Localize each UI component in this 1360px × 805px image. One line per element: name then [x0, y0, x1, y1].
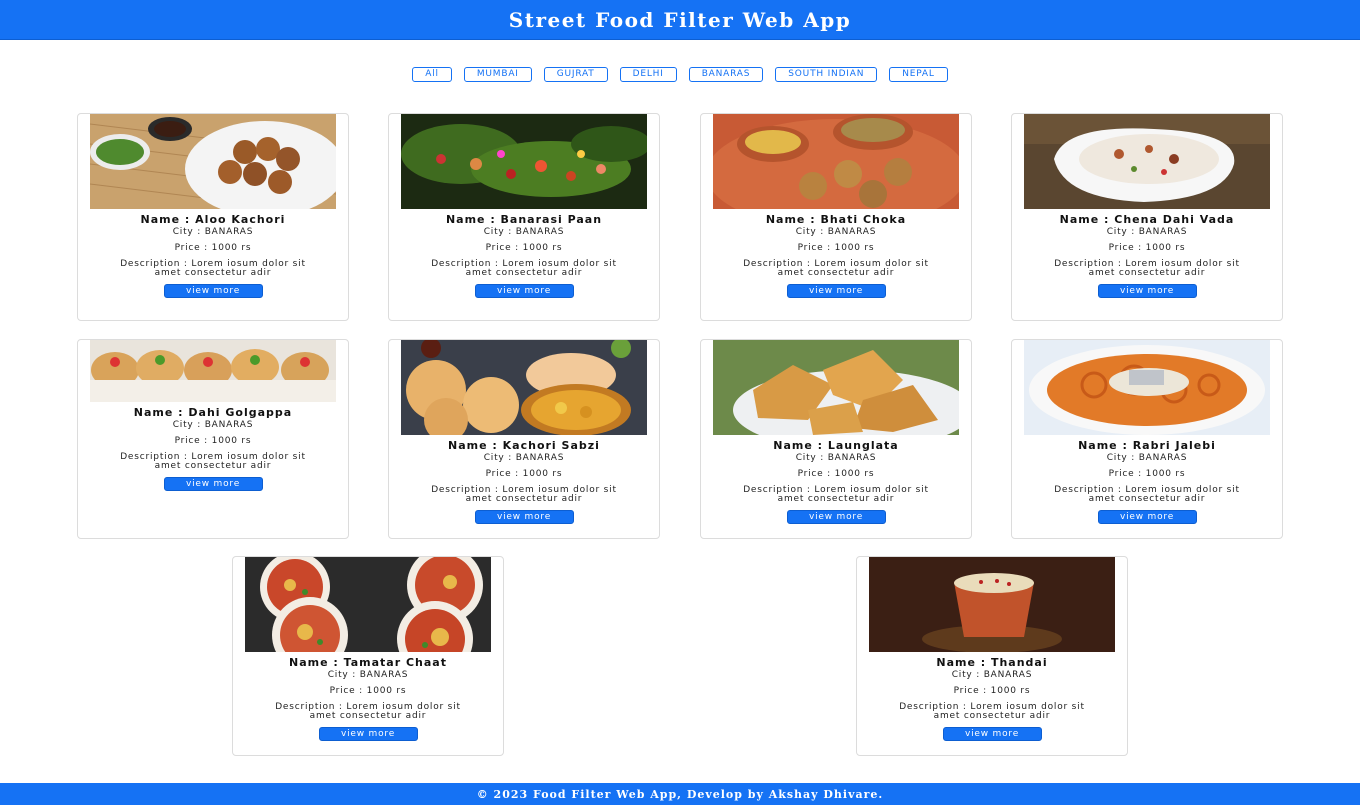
- food-description: Description : Lorem iosum dolor sit amet…: [120, 452, 306, 471]
- footer-copyright: © 2023 Food Filter Web App, Develop by A…: [476, 787, 884, 801]
- food-city: City : BANARAS: [172, 227, 254, 237]
- filter-all-button[interactable]: All: [412, 67, 452, 82]
- food-name: Name : Thandai: [936, 656, 1048, 669]
- food-price: Price : 1000 rs: [797, 243, 875, 253]
- food-city: City : BANARAS: [1106, 227, 1188, 237]
- view-more-button[interactable]: view more: [318, 727, 418, 741]
- filter-mumbai-button[interactable]: MUMBAI: [463, 67, 532, 82]
- food-name: Name : Rabri Jalebi: [1078, 439, 1216, 452]
- food-card-thandai: Name : Thandai City : BANARAS Price : 10…: [856, 556, 1128, 756]
- aloo-kachori-image: [90, 114, 336, 209]
- food-name: Name : Tamatar Chaat: [289, 656, 447, 669]
- kachori-sabzi-image: [401, 340, 647, 435]
- view-more-button[interactable]: view more: [786, 284, 886, 298]
- food-description: Description : Lorem iosum dolor sit amet…: [743, 259, 929, 278]
- dahi-golgappa-image: [90, 340, 336, 402]
- food-price: Price : 1000 rs: [953, 686, 1031, 696]
- food-description: Description : Lorem iosum dolor sit amet…: [743, 485, 929, 504]
- food-description: Description : Lorem iosum dolor sit amet…: [120, 259, 306, 278]
- food-city: City : BANARAS: [327, 670, 409, 680]
- tamatar-chaat-image: [245, 557, 491, 652]
- filter-south-indian-button[interactable]: SOUTH INDIAN: [775, 67, 878, 82]
- food-price: Price : 1000 rs: [174, 243, 252, 253]
- bhati-choka-image: [713, 114, 959, 209]
- food-description: Description : Lorem iosum dolor sit amet…: [899, 702, 1085, 721]
- food-card-dahi-golgappa: Name : Dahi Golgappa City : BANARAS Pric…: [77, 339, 349, 539]
- food-description: Description : Lorem iosum dolor sit amet…: [1054, 485, 1240, 504]
- food-city: City : BANARAS: [483, 227, 565, 237]
- food-name: Name : Kachori Sabzi: [448, 439, 600, 452]
- thandai-image: [869, 557, 1115, 652]
- food-description: Description : Lorem iosum dolor sit amet…: [431, 259, 617, 278]
- food-city: City : BANARAS: [172, 420, 254, 430]
- filter-delhi-button[interactable]: DELHI: [619, 67, 677, 82]
- food-price: Price : 1000 rs: [329, 686, 407, 696]
- food-description: Description : Lorem iosum dolor sit amet…: [275, 702, 461, 721]
- food-card-chena-dahi-vada: Name : Chena Dahi Vada City : BANARAS Pr…: [1011, 113, 1283, 321]
- view-more-button[interactable]: view more: [942, 727, 1042, 741]
- banarasi-paan-image: [401, 114, 647, 209]
- food-description: Description : Lorem iosum dolor sit amet…: [1054, 259, 1240, 278]
- view-more-button[interactable]: view more: [1097, 510, 1197, 524]
- filter-gujrat-button[interactable]: GUJRAT: [543, 67, 608, 82]
- page-title: Street Food Filter Web App: [508, 7, 852, 32]
- view-more-button[interactable]: view more: [1097, 284, 1197, 298]
- food-price: Price : 1000 rs: [1108, 469, 1186, 479]
- city-filter-bar: All MUMBAI GUJRAT DELHI BANARAS SOUTH IN…: [0, 67, 1360, 82]
- food-city: City : BANARAS: [483, 453, 565, 463]
- food-price: Price : 1000 rs: [797, 469, 875, 479]
- view-more-button[interactable]: view more: [786, 510, 886, 524]
- food-card-kachori-sabzi: Name : Kachori Sabzi City : BANARAS Pric…: [388, 339, 660, 539]
- app-header: Street Food Filter Web App: [0, 0, 1360, 40]
- food-name: Name : Launglata: [773, 439, 899, 452]
- food-city: City : BANARAS: [951, 670, 1033, 680]
- filter-nepal-button[interactable]: NEPAL: [889, 67, 948, 82]
- food-price: Price : 1000 rs: [485, 469, 563, 479]
- view-more-button[interactable]: view more: [163, 284, 263, 298]
- food-card-rabri-jalebi: Name : Rabri Jalebi City : BANARAS Price…: [1011, 339, 1283, 539]
- food-price: Price : 1000 rs: [485, 243, 563, 253]
- launglata-image: [713, 340, 959, 435]
- food-name: Name : Dahi Golgappa: [133, 406, 293, 419]
- food-name: Name : Aloo Kachori: [140, 213, 286, 226]
- food-city: City : BANARAS: [795, 227, 877, 237]
- food-card-launglata: Name : Launglata City : BANARAS Price : …: [700, 339, 972, 539]
- chena-dahi-vada-image: [1024, 114, 1270, 209]
- food-city: City : BANARAS: [795, 453, 877, 463]
- app-footer: © 2023 Food Filter Web App, Develop by A…: [0, 783, 1360, 805]
- food-price: Price : 1000 rs: [174, 436, 252, 446]
- rabri-jalebi-image: [1024, 340, 1270, 435]
- view-more-button[interactable]: view more: [474, 284, 574, 298]
- food-description: Description : Lorem iosum dolor sit amet…: [431, 485, 617, 504]
- food-name: Name : Chena Dahi Vada: [1059, 213, 1235, 226]
- view-more-button[interactable]: view more: [163, 477, 263, 491]
- food-price: Price : 1000 rs: [1108, 243, 1186, 253]
- food-name: Name : Bhati Choka: [765, 213, 907, 226]
- food-city: City : BANARAS: [1106, 453, 1188, 463]
- food-card-aloo-kachori: Name : Aloo Kachori City : BANARAS Price…: [77, 113, 349, 321]
- filter-banaras-button[interactable]: BANARAS: [688, 67, 764, 82]
- food-card-bhati-choka: Name : Bhati Choka City : BANARAS Price …: [700, 113, 972, 321]
- food-name: Name : Banarasi Paan: [445, 213, 603, 226]
- view-more-button[interactable]: view more: [474, 510, 574, 524]
- food-card-banarasi-paan: Name : Banarasi Paan City : BANARAS Pric…: [388, 113, 660, 321]
- food-card-tamatar-chaat: Name : Tamatar Chaat City : BANARAS Pric…: [232, 556, 504, 756]
